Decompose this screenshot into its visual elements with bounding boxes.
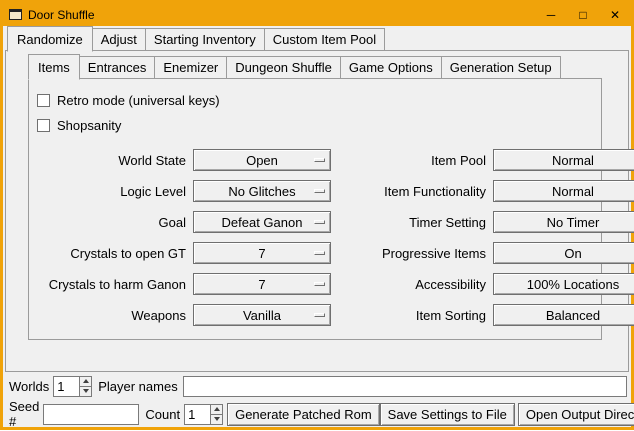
up-arrow-icon [83, 379, 89, 383]
seed-label: Seed # [9, 399, 39, 429]
count-spinbox [184, 404, 223, 425]
crystals-open-gt-label: Crystals to open GT [37, 246, 187, 261]
worlds-row: Worlds Player names [9, 374, 628, 398]
dropdown-indicator-icon [314, 282, 325, 286]
items-tab-panel: Retro mode (universal keys) Shopsanity W… [28, 78, 602, 340]
minimize-button[interactable]: ─ [535, 3, 567, 26]
progressive-items-label: Progressive Items [337, 246, 487, 261]
dropdown-value: No Glitches [228, 184, 295, 199]
weapons-dropdown[interactable]: Vanilla [193, 304, 331, 326]
player-names-label: Player names [98, 379, 177, 394]
goal-dropdown[interactable]: Defeat Ganon [193, 211, 331, 233]
checkbox-box-icon [37, 94, 50, 107]
generate-row: Seed # Count Generate Patched Rom Save S… [9, 401, 628, 427]
item-sorting-dropdown[interactable]: Balanced [493, 304, 634, 326]
inner-tab-bar: Items Entrances Enemizer Dungeon Shuffle… [28, 56, 628, 79]
logic-level-dropdown[interactable]: No Glitches [193, 180, 331, 202]
randomize-tab-panel: Items Entrances Enemizer Dungeon Shuffle… [5, 50, 629, 372]
progressive-items-dropdown[interactable]: On [493, 242, 634, 264]
tab-adjust[interactable]: Adjust [92, 28, 146, 51]
weapons-label: Weapons [37, 308, 187, 323]
dropdown-indicator-icon [314, 158, 325, 162]
player-names-input[interactable] [183, 376, 627, 397]
crystals-harm-ganon-dropdown[interactable]: 7 [193, 273, 331, 295]
tab-items[interactable]: Items [28, 54, 80, 80]
dropdown-value: Open [246, 153, 278, 168]
close-button[interactable]: ✕ [599, 3, 631, 26]
down-arrow-icon [83, 389, 89, 393]
accessibility-dropdown[interactable]: 100% Locations [493, 273, 634, 295]
down-arrow-icon [214, 417, 220, 421]
spin-up-button[interactable] [211, 405, 222, 414]
timer-setting-dropdown[interactable]: No Timer [493, 211, 634, 233]
count-spin-buttons [210, 404, 223, 425]
save-settings-button[interactable]: Save Settings to File [380, 403, 515, 426]
tab-starting-inventory[interactable]: Starting Inventory [145, 28, 265, 51]
dropdown-indicator-icon [314, 313, 325, 317]
tab-game-options[interactable]: Game Options [340, 56, 442, 79]
world-state-label: World State [37, 153, 187, 168]
count-label: Count [145, 407, 180, 422]
worlds-spinbox [53, 376, 92, 397]
item-sorting-label: Item Sorting [337, 308, 487, 323]
timer-setting-label: Timer Setting [337, 215, 487, 230]
tab-entrances[interactable]: Entrances [79, 56, 156, 79]
checkbox-box-icon [37, 119, 50, 132]
dropdown-value: On [564, 246, 581, 261]
checkbox-label: Shopsanity [57, 118, 121, 133]
spin-up-button[interactable] [80, 377, 91, 386]
outer-tab-bar: Randomize Adjust Starting Inventory Cust… [5, 28, 629, 51]
open-output-button[interactable]: Open Output Directory [518, 403, 634, 426]
dropdown-value: Balanced [546, 308, 600, 323]
accessibility-label: Accessibility [337, 277, 487, 292]
window-body: Randomize Adjust Starting Inventory Cust… [3, 26, 631, 431]
seed-input[interactable] [43, 404, 139, 425]
dropdown-value: Defeat Ganon [222, 215, 303, 230]
dropdown-value: 7 [258, 246, 265, 261]
worlds-spin-buttons [79, 376, 92, 397]
dropdown-value: Normal [552, 184, 594, 199]
worlds-input[interactable] [53, 376, 79, 397]
item-pool-dropdown[interactable]: Normal [493, 149, 634, 171]
worlds-label: Worlds [9, 379, 49, 394]
dropdown-value: Normal [552, 153, 594, 168]
goal-label: Goal [37, 215, 187, 230]
tab-randomize[interactable]: Randomize [7, 26, 93, 52]
tab-dungeon-shuffle[interactable]: Dungeon Shuffle [226, 56, 341, 79]
titlebar[interactable]: Door Shuffle ─ □ ✕ [3, 3, 631, 26]
tab-custom-item-pool[interactable]: Custom Item Pool [264, 28, 385, 51]
dropdown-value: 7 [258, 277, 265, 292]
item-pool-label: Item Pool [337, 153, 487, 168]
crystals-open-gt-dropdown[interactable]: 7 [193, 242, 331, 264]
tab-enemizer[interactable]: Enemizer [154, 56, 227, 79]
world-state-dropdown[interactable]: Open [193, 149, 331, 171]
window-title: Door Shuffle [28, 8, 95, 22]
window-controls: ─ □ ✕ [535, 3, 631, 26]
checkbox-label: Retro mode (universal keys) [57, 93, 220, 108]
item-functionality-dropdown[interactable]: Normal [493, 180, 634, 202]
logic-level-label: Logic Level [37, 184, 187, 199]
count-input[interactable] [184, 404, 210, 425]
crystals-harm-ganon-label: Crystals to harm Ganon [37, 277, 187, 292]
settings-grid: World State Open Item Pool Normal Logic … [37, 149, 595, 326]
spin-down-button[interactable] [80, 386, 91, 396]
dropdown-value: No Timer [547, 215, 600, 230]
maximize-button[interactable]: □ [567, 3, 599, 26]
dropdown-value: 100% Locations [527, 277, 620, 292]
item-functionality-label: Item Functionality [337, 184, 487, 199]
generate-rom-button[interactable]: Generate Patched Rom [227, 403, 380, 426]
up-arrow-icon [214, 407, 220, 411]
dropdown-value: Vanilla [243, 308, 281, 323]
app-icon [9, 9, 22, 20]
dropdown-indicator-icon [314, 220, 325, 224]
dropdown-indicator-icon [314, 251, 325, 255]
bottom-controls: Worlds Player names Seed # Count [5, 372, 629, 428]
checkbox-shopsanity[interactable]: Shopsanity [37, 115, 595, 135]
tab-generation-setup[interactable]: Generation Setup [441, 56, 561, 79]
spin-down-button[interactable] [211, 414, 222, 424]
dropdown-indicator-icon [314, 189, 325, 193]
window: Door Shuffle ─ □ ✕ Randomize Adjust Star… [0, 0, 634, 430]
checkbox-retro-mode[interactable]: Retro mode (universal keys) [37, 90, 595, 110]
